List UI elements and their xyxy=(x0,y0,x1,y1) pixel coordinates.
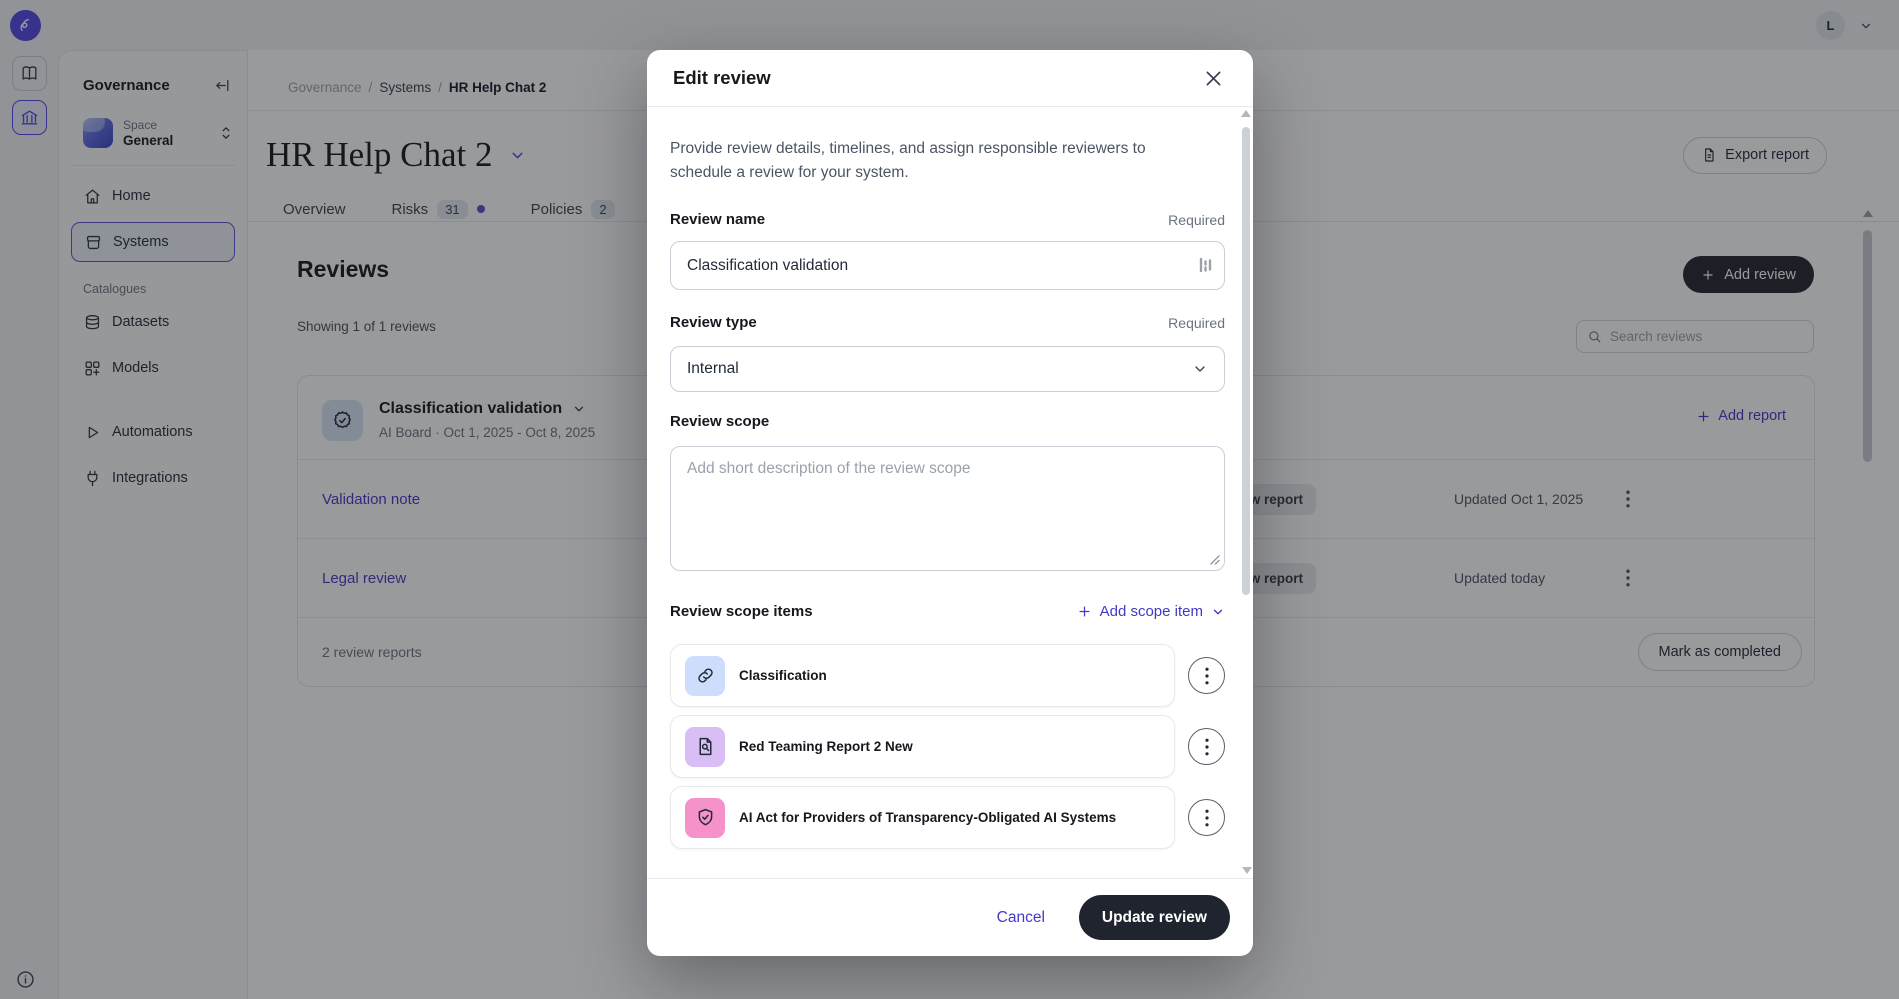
review-name-input[interactable] xyxy=(670,241,1225,290)
app-window: L Governance xyxy=(0,0,1899,999)
scope-item-ai-act[interactable]: AI Act for Providers of Transparency-Obl… xyxy=(670,786,1175,849)
modal-title: Edit review xyxy=(673,67,771,89)
shield-check-icon xyxy=(695,807,716,828)
review-scope-label: Review scope xyxy=(670,413,769,430)
update-review-button[interactable]: Update review xyxy=(1079,895,1230,940)
modal-description: Provide review details, timelines, and a… xyxy=(670,137,1175,185)
edit-review-modal: Edit review Provide review details, time… xyxy=(647,50,1253,956)
plus-icon xyxy=(1077,604,1092,619)
required-label: Required xyxy=(1168,212,1225,228)
scope-item-row: Classification xyxy=(670,644,1225,707)
modal-scroll-down-arrow[interactable] xyxy=(1242,867,1252,874)
scope-item-kebab-menu[interactable] xyxy=(1188,657,1225,694)
review-scope-textarea[interactable] xyxy=(670,446,1225,571)
scope-item-row: Red Teaming Report 2 New xyxy=(670,715,1225,778)
link-icon xyxy=(695,665,716,686)
required-label: Required xyxy=(1168,315,1225,331)
close-icon xyxy=(1203,68,1224,89)
modal-scrollbar-thumb[interactable] xyxy=(1242,127,1250,595)
scope-item-red-teaming[interactable]: Red Teaming Report 2 New xyxy=(670,715,1175,778)
cancel-button[interactable]: Cancel xyxy=(997,909,1045,927)
file-search-icon xyxy=(695,736,716,757)
modal-scroll-up-arrow[interactable] xyxy=(1241,110,1251,117)
link-icon-tile xyxy=(685,656,725,696)
chevron-down-icon xyxy=(1211,605,1225,619)
close-modal-button[interactable] xyxy=(1199,64,1227,92)
review-type-label: Review type xyxy=(670,314,757,331)
review-type-value: Internal xyxy=(687,360,739,378)
chevron-down-icon xyxy=(1192,361,1208,377)
scope-item-classification[interactable]: Classification xyxy=(670,644,1175,707)
input-grammar-bars-icon xyxy=(1198,256,1212,274)
scope-item-kebab-menu[interactable] xyxy=(1188,799,1225,836)
review-type-select[interactable]: Internal xyxy=(670,346,1225,392)
scope-items-label: Review scope items xyxy=(670,603,813,620)
scope-item-kebab-menu[interactable] xyxy=(1188,728,1225,765)
file-search-icon-tile xyxy=(685,727,725,767)
modal-body: Provide review details, timelines, and a… xyxy=(647,107,1239,877)
review-name-label: Review name xyxy=(670,211,765,228)
shield-check-icon-tile xyxy=(685,798,725,838)
scope-item-row: AI Act for Providers of Transparency-Obl… xyxy=(670,786,1225,849)
add-scope-item-button[interactable]: Add scope item xyxy=(1077,603,1225,620)
modal-scrollbar[interactable] xyxy=(1241,110,1251,874)
